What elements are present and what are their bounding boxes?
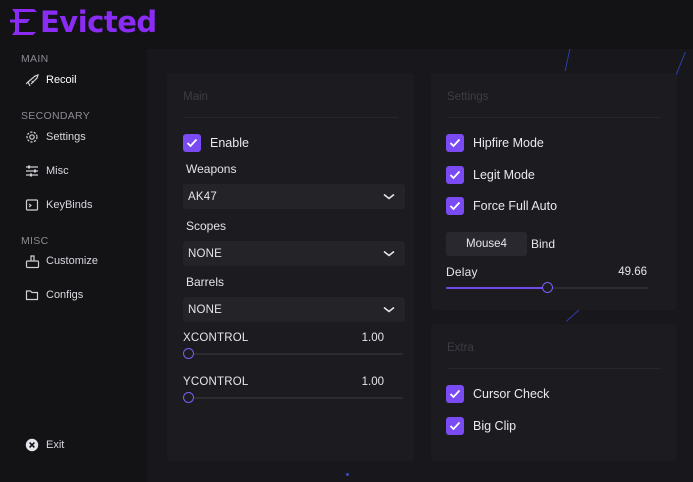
slider-thumb[interactable] — [182, 348, 194, 359]
sliders-icon — [24, 163, 40, 179]
barrels-select[interactable]: NONE — [183, 297, 405, 322]
section-label-misc: MISC — [21, 235, 49, 247]
extra-panel: Extra Cursor Check Big Clip — [431, 324, 677, 461]
delay-slider[interactable] — [446, 282, 649, 293]
barrels-label: Barrels — [186, 275, 225, 289]
delay-value: 49.66 — [618, 266, 647, 278]
checkmark-icon — [446, 166, 464, 184]
chevron-down-icon — [383, 193, 395, 201]
sidebar-item-settings[interactable]: Settings — [24, 127, 139, 147]
cursor-check-checkbox[interactable]: Cursor Check — [446, 385, 549, 403]
enable-label: Enable — [210, 136, 249, 150]
checkmark-icon — [446, 134, 464, 152]
slider-thumb[interactable] — [542, 282, 553, 293]
main-panel: Main Enable Weapons AK47 Scopes NONE Bar… — [167, 73, 414, 461]
close-circle-icon — [24, 437, 40, 453]
weapons-label: Weapons — [186, 162, 237, 176]
panel-divider — [183, 117, 398, 118]
logo-mark-icon — [10, 7, 39, 37]
sidebar-item-label: Customize — [46, 255, 98, 267]
chevron-down-icon — [383, 306, 395, 314]
exit-button[interactable]: Exit — [24, 435, 139, 455]
enable-checkbox[interactable]: Enable — [183, 134, 249, 152]
sidebar-item-misc[interactable]: Misc — [24, 161, 139, 181]
slider-fill — [446, 287, 548, 289]
checkmark-icon — [446, 385, 464, 403]
xcontrol-value: 1.00 — [361, 332, 384, 344]
folder-icon — [24, 287, 40, 303]
cursor-check-label: Cursor Check — [473, 387, 550, 401]
big-clip-checkbox[interactable]: Big Clip — [446, 417, 516, 435]
sidebar-item-customize[interactable]: Customize — [24, 251, 139, 271]
scopes-value: NONE — [188, 247, 223, 260]
sidebar-item-keybinds[interactable]: KeyBinds — [24, 195, 139, 215]
sidebar-item-label: KeyBinds — [46, 199, 93, 211]
legit-mode-checkbox[interactable]: Legit Mode — [446, 166, 535, 184]
panel-title-extra: Extra — [447, 342, 474, 354]
hipfire-mode-checkbox[interactable]: Hipfire Mode — [446, 134, 544, 152]
app-logo: Evicted — [10, 5, 157, 39]
panel-divider — [447, 117, 661, 118]
legit-mode-label: Legit Mode — [473, 168, 535, 182]
hipfire-mode-label: Hipfire Mode — [473, 136, 544, 150]
sidebar-item-label: Configs — [46, 289, 84, 301]
section-label-secondary: SECONDARY — [21, 110, 91, 122]
xcontrol-label: XCONTROL — [183, 332, 249, 344]
checkmark-icon — [446, 417, 464, 435]
keybind-button[interactable]: Mouse4 — [446, 232, 527, 256]
sidebar: Evicted MAIN Recoil SECONDARY Settings M… — [0, 0, 157, 482]
ycontrol-label: YCONTROL — [183, 376, 249, 388]
settings-panel: Settings Hipfire Mode Legit Mode Force F… — [431, 73, 677, 310]
sidebar-item-label: Settings — [46, 131, 86, 143]
brush-icon — [24, 253, 40, 269]
ycontrol-value: 1.00 — [361, 376, 384, 388]
decorative-line — [564, 49, 571, 71]
force-full-auto-label: Force Full Auto — [473, 199, 558, 213]
ycontrol-slider[interactable] — [182, 392, 403, 403]
bind-label: Bind — [531, 237, 556, 251]
big-clip-label: Big Clip — [473, 419, 517, 433]
sidebar-item-label: Recoil — [46, 74, 77, 86]
keyboard-icon — [24, 197, 40, 213]
delay-label: Delay — [446, 265, 478, 279]
weapons-value: AK47 — [188, 190, 217, 203]
exit-label: Exit — [46, 439, 65, 451]
sidebar-item-recoil[interactable]: Recoil — [24, 70, 139, 90]
gun-icon — [24, 72, 40, 88]
decorative-dot — [346, 473, 349, 476]
checkmark-icon — [183, 134, 201, 152]
content-area: Main Enable Weapons AK47 Scopes NONE Bar… — [147, 49, 693, 482]
scopes-select[interactable]: NONE — [183, 241, 405, 266]
xcontrol-slider[interactable] — [182, 348, 403, 359]
weapons-select[interactable]: AK47 — [183, 184, 405, 209]
sidebar-item-label: Misc — [46, 165, 69, 177]
chevron-down-icon — [383, 250, 395, 258]
decorative-line — [675, 51, 686, 77]
barrels-value: NONE — [188, 303, 223, 316]
checkmark-icon — [446, 197, 464, 215]
gear-icon — [24, 129, 40, 145]
scopes-label: Scopes — [186, 219, 227, 233]
force-full-auto-checkbox[interactable]: Force Full Auto — [446, 197, 557, 215]
app-title: Evicted — [40, 5, 157, 39]
section-label-main: MAIN — [21, 53, 49, 65]
sidebar-item-configs[interactable]: Configs — [24, 285, 139, 305]
slider-thumb[interactable] — [182, 392, 194, 403]
panel-title-settings: Settings — [447, 91, 489, 103]
panel-divider — [447, 368, 661, 369]
panel-title-main: Main — [183, 91, 208, 103]
